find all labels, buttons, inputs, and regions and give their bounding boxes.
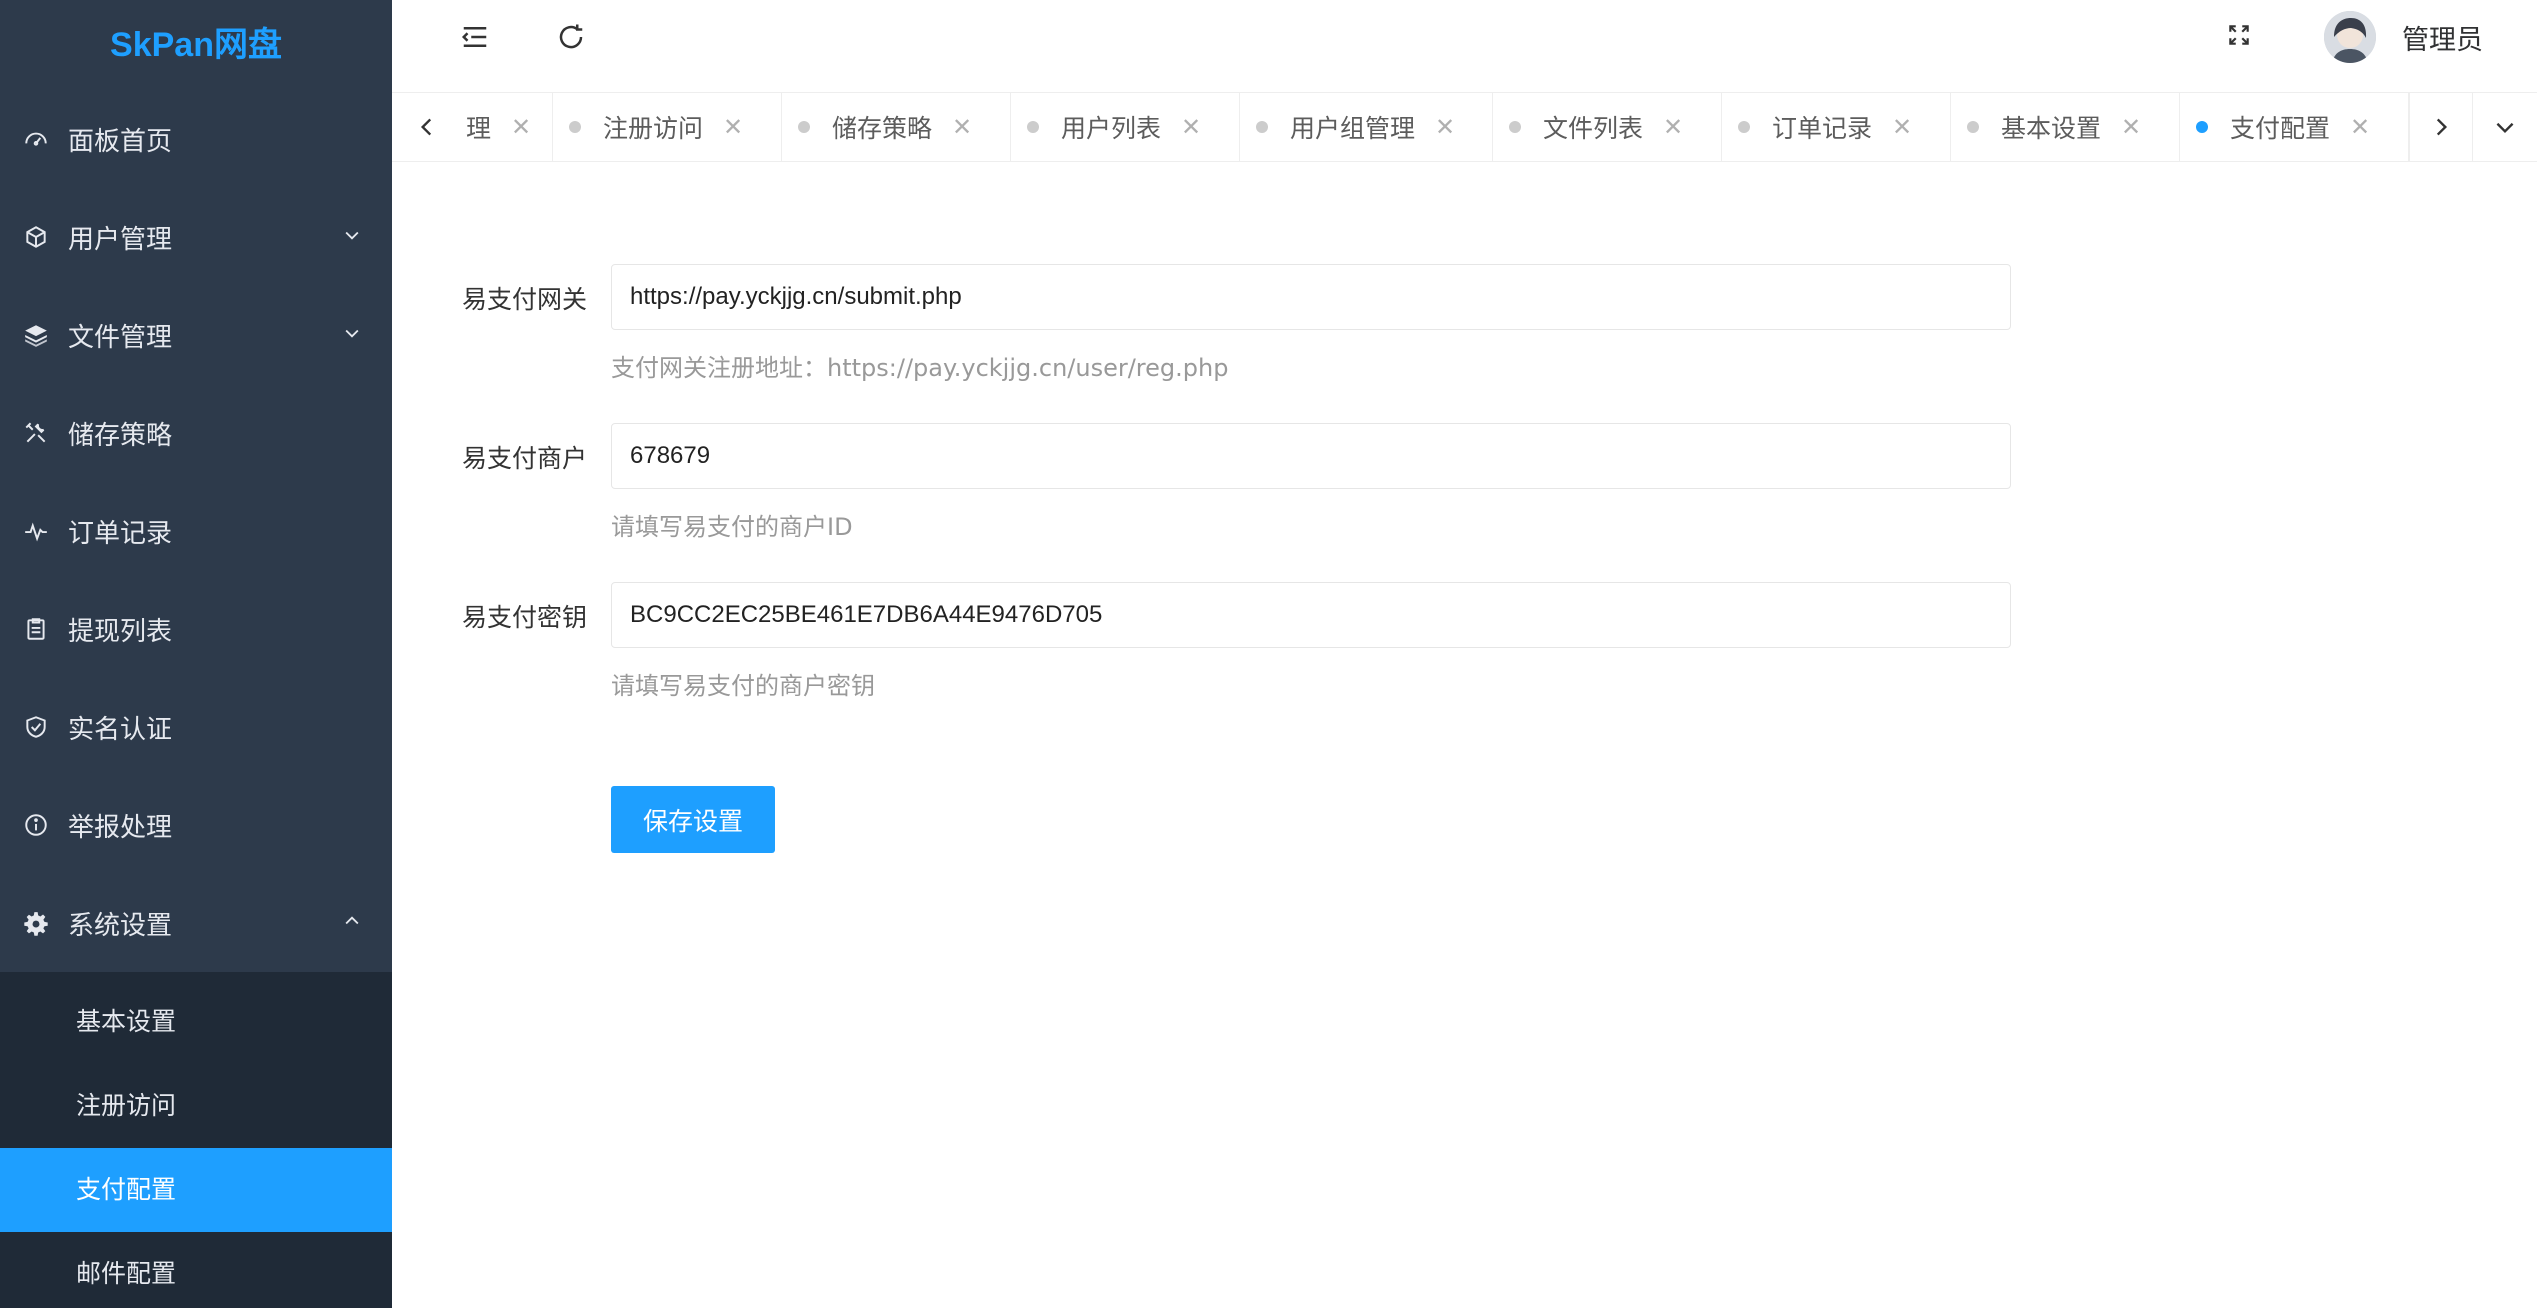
submenu-item-email-config[interactable]: 邮件配置 <box>0 1232 392 1308</box>
tabs-bar: 理 ✕ 注册访问 ✕ 储存策略 ✕ 用户列表 ✕ 用户组管理 ✕ 文件列表 ✕ … <box>392 92 2537 162</box>
merchant-help: 请填写易支付的商户ID <box>611 513 853 541</box>
tab-label: 订单记录 <box>1772 114 1873 143</box>
tab-label: 支付配置 <box>2230 114 2331 143</box>
sidebar-item-storage-policy[interactable]: 储存策略 <box>0 384 392 482</box>
merchant-label: 易支付商户 <box>462 444 588 473</box>
close-icon[interactable]: ✕ <box>952 113 972 141</box>
close-icon[interactable]: ✕ <box>723 113 743 141</box>
tab-dot <box>798 121 810 133</box>
sidebar: SkPan网盘 面板首页 用户管理 文件管理 储存策略 订单记录 提现列表 实名… <box>0 0 392 1308</box>
tab-dot <box>1027 121 1039 133</box>
chevron-down-icon <box>345 329 359 338</box>
tab-dot <box>1738 121 1750 133</box>
cube-icon <box>22 223 50 251</box>
tab-partial[interactable]: 理 ✕ <box>462 93 553 161</box>
tab-registration[interactable]: 注册访问 ✕ <box>553 93 782 161</box>
tab-orders[interactable]: 订单记录 ✕ <box>1722 93 1951 161</box>
tab-dot <box>1256 121 1268 133</box>
refresh-icon[interactable] <box>556 22 586 52</box>
chevron-left-icon <box>420 118 432 136</box>
tab-storage-policy[interactable]: 储存策略 ✕ <box>782 93 1011 161</box>
secret-input[interactable] <box>611 582 2011 648</box>
tab-user-groups[interactable]: 用户组管理 ✕ <box>1240 93 1493 161</box>
tabs-dropdown[interactable] <box>2473 93 2537 161</box>
gear-icon <box>22 909 50 937</box>
sidebar-item-users[interactable]: 用户管理 <box>0 188 392 286</box>
gateway-label: 易支付网关 <box>462 285 588 314</box>
tab-payment-config[interactable]: 支付配置 ✕ <box>2180 93 2409 161</box>
sidebar-item-label: 储存策略 <box>68 420 173 451</box>
dashboard-icon <box>22 125 50 153</box>
clipboard-icon <box>22 615 50 643</box>
secret-label: 易支付密钥 <box>462 603 588 632</box>
close-icon[interactable]: ✕ <box>1181 113 1201 141</box>
username[interactable]: 管理员 <box>2402 18 2483 57</box>
tab-dot <box>569 121 581 133</box>
close-icon[interactable]: ✕ <box>1663 113 1683 141</box>
sidebar-item-label: 用户管理 <box>68 224 173 255</box>
tab-label: 基本设置 <box>2001 114 2102 143</box>
shield-check-icon <box>22 713 50 741</box>
sidebar-item-label: 举报处理 <box>68 812 173 843</box>
sidebar-item-reports[interactable]: 举报处理 <box>0 776 392 874</box>
layers-icon <box>22 321 50 349</box>
submenu-item-basic-settings[interactable]: 基本设置 <box>0 980 392 1064</box>
chevron-up-icon <box>345 916 359 925</box>
sidebar-item-label: 系统设置 <box>68 910 173 941</box>
tab-file-list[interactable]: 文件列表 ✕ <box>1493 93 1722 161</box>
close-icon[interactable]: ✕ <box>2350 113 2370 141</box>
close-icon[interactable]: ✕ <box>1892 113 1912 141</box>
tools-icon <box>22 419 50 447</box>
sidebar-item-settings[interactable]: 系统设置 <box>0 874 392 972</box>
close-icon[interactable]: ✕ <box>1435 113 1455 141</box>
sidebar-item-dashboard[interactable]: 面板首页 <box>0 90 392 188</box>
fullscreen-icon[interactable] <box>2226 22 2252 48</box>
sidebar-item-label: 提现列表 <box>68 616 173 647</box>
chevron-down-icon <box>345 231 359 240</box>
avatar[interactable] <box>2324 11 2376 63</box>
merchant-input[interactable] <box>611 423 2011 489</box>
top-header <box>392 0 2537 74</box>
gateway-input[interactable] <box>611 264 2011 330</box>
tab-label: 理 <box>466 114 492 143</box>
info-circle-icon <box>22 811 50 839</box>
collapse-menu-icon[interactable] <box>460 22 490 52</box>
pulse-icon <box>22 517 50 545</box>
tabs-scroll-left[interactable] <box>392 93 462 161</box>
sidebar-item-label: 文件管理 <box>68 322 173 353</box>
tab-label: 储存策略 <box>832 114 933 143</box>
sidebar-item-orders[interactable]: 订单记录 <box>0 482 392 580</box>
close-icon[interactable]: ✕ <box>511 113 531 141</box>
chevron-right-icon <box>2436 118 2448 136</box>
sidebar-item-files[interactable]: 文件管理 <box>0 286 392 384</box>
sidebar-item-verification[interactable]: 实名认证 <box>0 678 392 776</box>
tab-dot <box>1967 121 1979 133</box>
sidebar-item-label: 订单记录 <box>68 518 173 549</box>
tab-user-list[interactable]: 用户列表 ✕ <box>1011 93 1240 161</box>
tabs-scroll-right[interactable] <box>2409 93 2473 161</box>
tab-label: 文件列表 <box>1543 114 1644 143</box>
tab-dot <box>2196 121 2208 133</box>
submenu-item-registration[interactable]: 注册访问 <box>0 1064 392 1148</box>
chevron-down-icon <box>2496 122 2514 134</box>
tab-label: 用户组管理 <box>1290 114 1416 143</box>
save-button[interactable]: 保存设置 <box>611 786 775 853</box>
tab-basic-settings[interactable]: 基本设置 ✕ <box>1951 93 2180 161</box>
tab-dot <box>1509 121 1521 133</box>
sidebar-item-label: 实名认证 <box>68 714 173 745</box>
sidebar-item-label: 面板首页 <box>68 126 173 157</box>
sidebar-item-withdrawals[interactable]: 提现列表 <box>0 580 392 678</box>
secret-help: 请填写易支付的商户密钥 <box>611 672 875 700</box>
tab-label: 注册访问 <box>603 114 704 143</box>
close-icon[interactable]: ✕ <box>2121 113 2141 141</box>
submenu-item-payment-config[interactable]: 支付配置 <box>0 1148 392 1232</box>
app-logo: SkPan网盘 <box>110 26 282 64</box>
gateway-help: 支付网关注册地址：https://pay.yckjjg.cn/user/reg.… <box>611 354 1229 382</box>
tab-label: 用户列表 <box>1061 114 1162 143</box>
